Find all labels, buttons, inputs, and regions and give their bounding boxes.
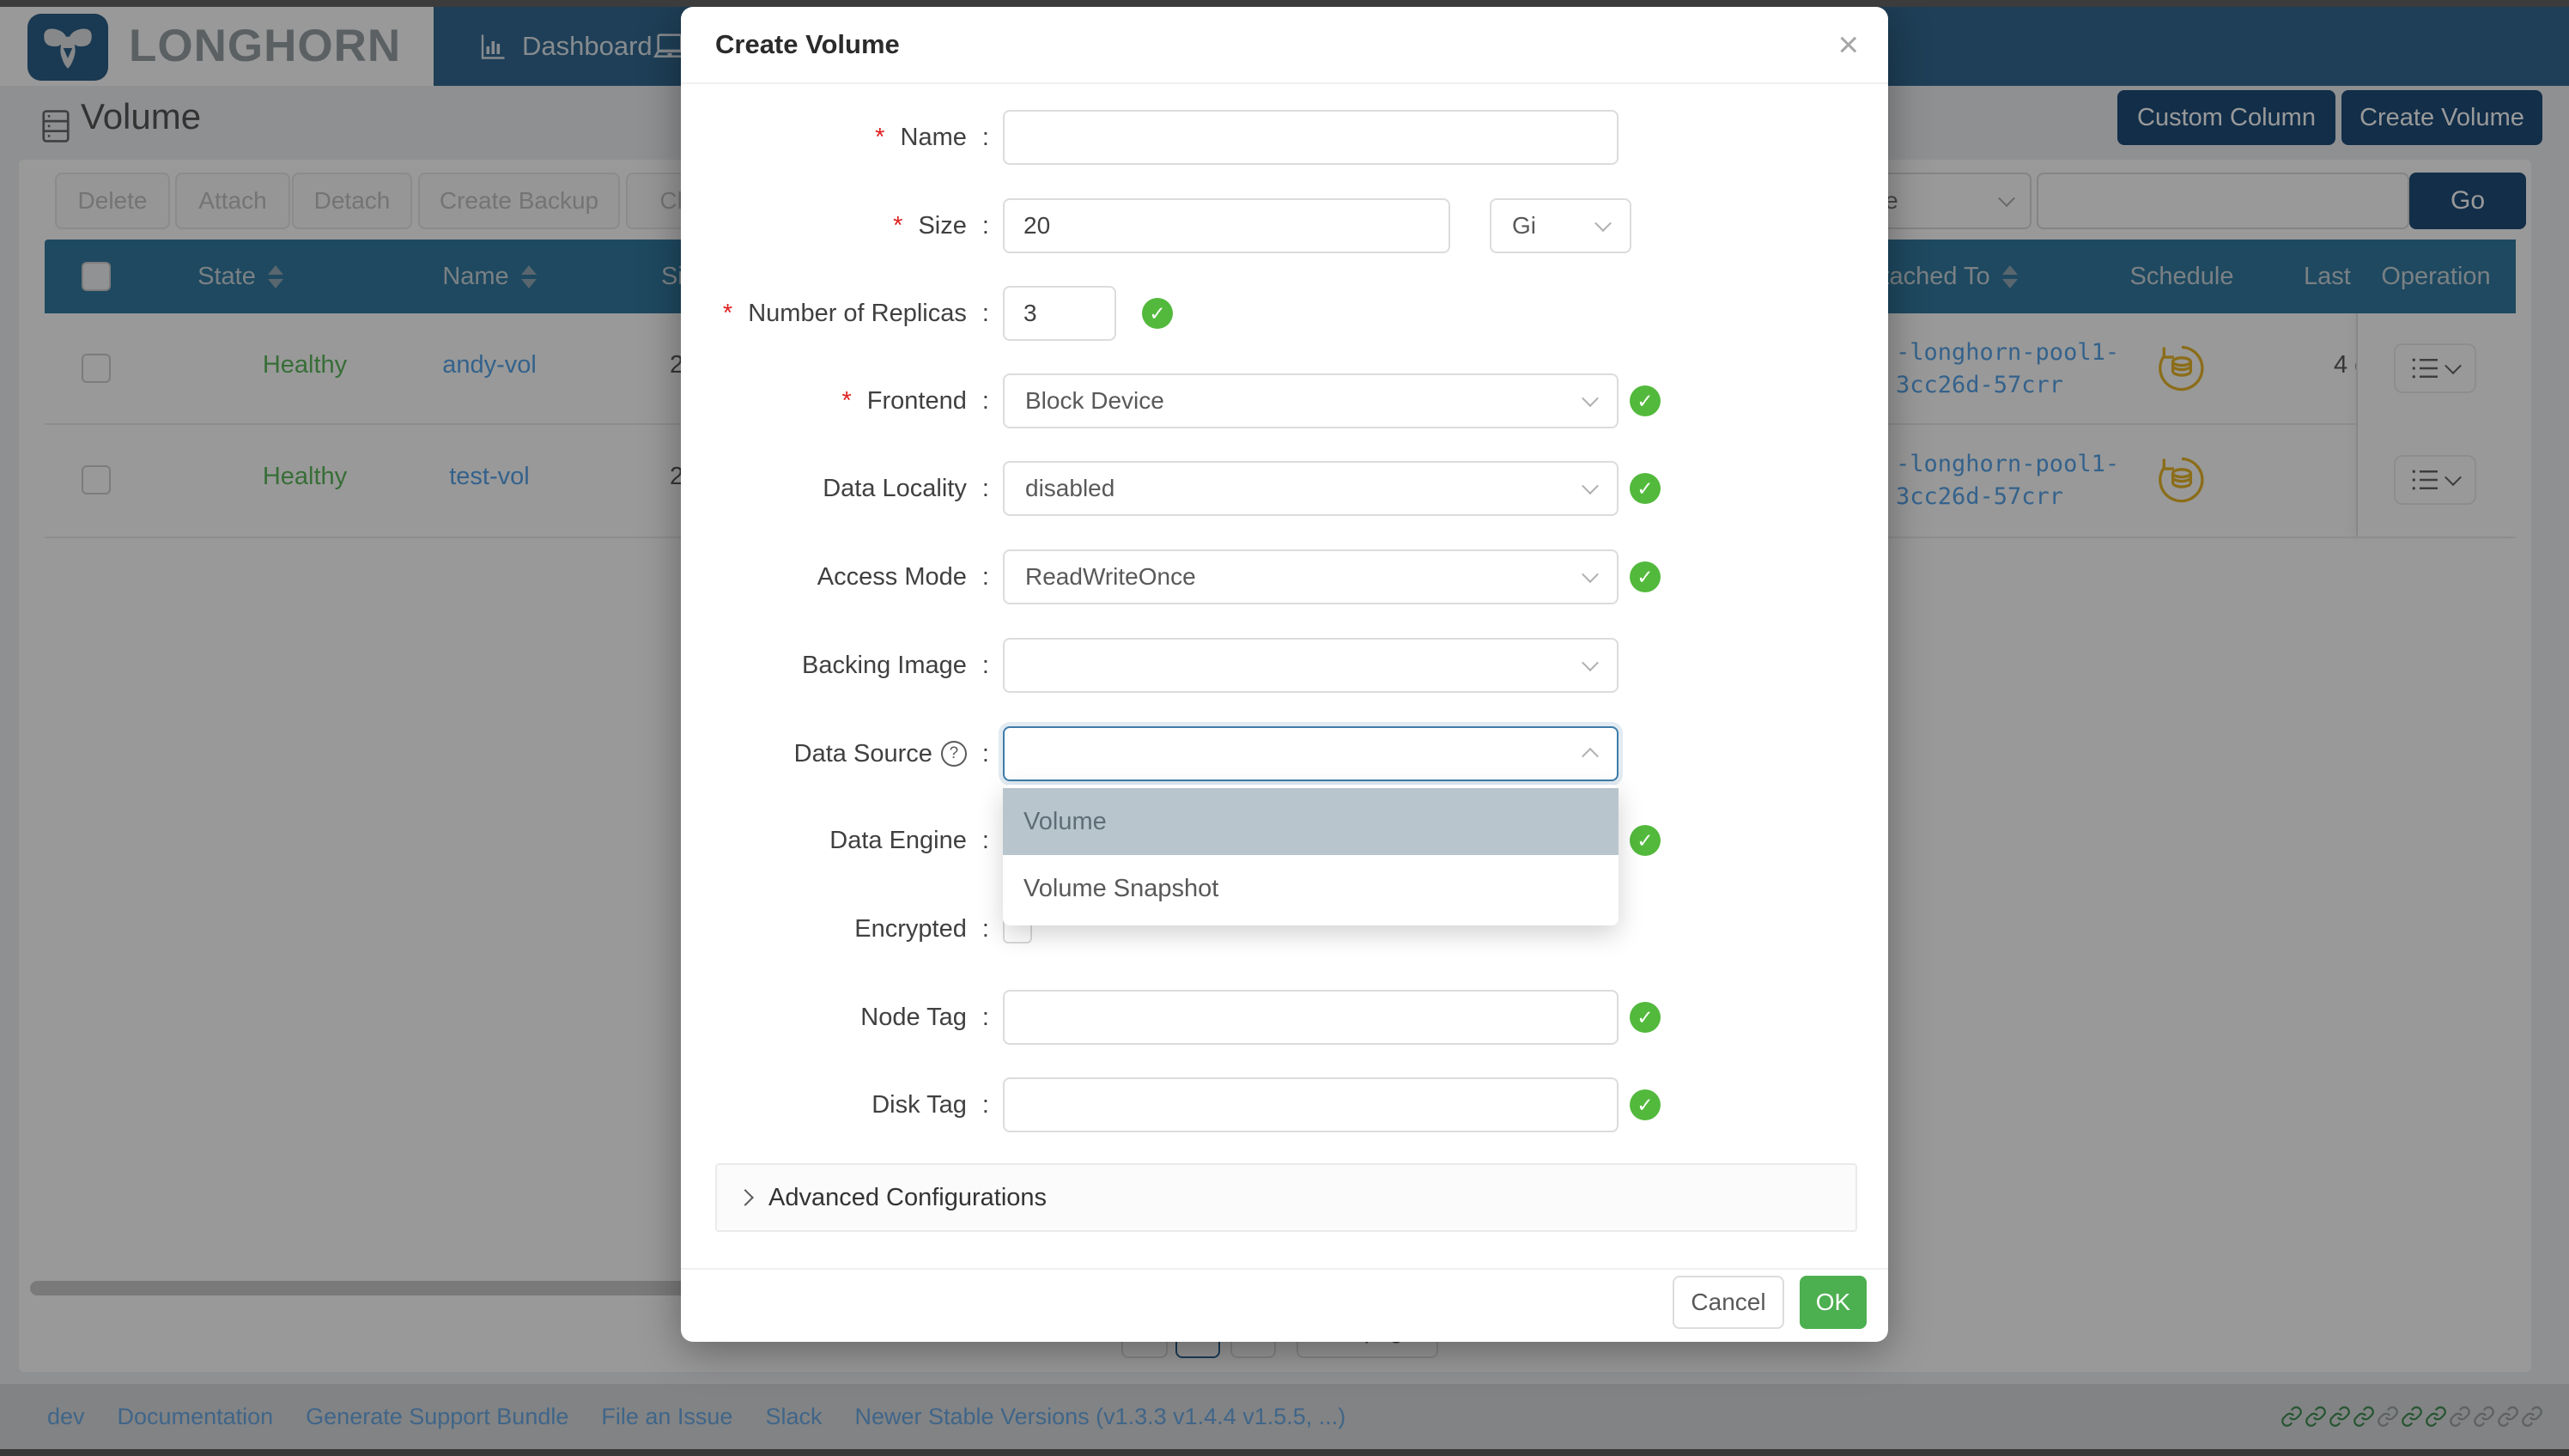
longhorn-app: LONGHORN Dashboard Volume Custom Column … [0, 0, 2569, 1456]
valid-check-icon: ✓ [1630, 385, 1661, 416]
chevron-down-icon [1582, 566, 1599, 583]
valid-check-icon: ✓ [1630, 1002, 1661, 1033]
chevron-right-icon [737, 1189, 754, 1206]
access-mode-label: Access Mode [681, 549, 989, 604]
valid-check-icon: ✓ [1630, 825, 1661, 856]
replicas-label: Number of Replicas [681, 286, 989, 341]
modal-title: Create Volume [715, 29, 900, 60]
size-unit-select[interactable]: Gi [1490, 198, 1631, 253]
size-input[interactable] [1003, 198, 1450, 253]
encrypted-label: Encrypted [681, 901, 989, 956]
replicas-input[interactable] [1003, 286, 1116, 341]
disk-tag-input[interactable] [1003, 1077, 1619, 1132]
size-label: Size [681, 198, 989, 253]
dropdown-option-volume[interactable]: Volume [1003, 788, 1619, 855]
chevron-up-icon [1582, 748, 1599, 765]
advanced-configurations-toggle[interactable]: Advanced Configurations [715, 1163, 1857, 1232]
valid-check-icon: ✓ [1142, 298, 1173, 329]
valid-check-icon: ✓ [1630, 473, 1661, 504]
data-locality-select[interactable]: disabled [1003, 461, 1619, 516]
frontend-label: Frontend [681, 373, 989, 428]
valid-check-icon: ✓ [1630, 1089, 1661, 1120]
backing-image-label: Backing Image [681, 638, 989, 693]
help-icon[interactable]: ? [941, 741, 967, 767]
chevron-down-icon [1582, 477, 1599, 494]
data-source-dropdown: Volume Volume Snapshot [1003, 785, 1619, 925]
divider [681, 1268, 1888, 1270]
name-label: Name [681, 110, 989, 165]
node-tag-input[interactable] [1003, 990, 1619, 1045]
data-source-label: Data Source ? [681, 726, 989, 781]
frontend-select[interactable]: Block Device [1003, 373, 1619, 428]
chevron-down-icon [1582, 654, 1599, 671]
access-mode-select[interactable]: ReadWriteOnce [1003, 549, 1619, 604]
window-top-edge [0, 0, 2569, 7]
chevron-down-icon [1594, 215, 1612, 232]
backing-image-select[interactable] [1003, 638, 1619, 693]
chevron-down-icon [1582, 390, 1599, 407]
data-locality-label: Data Locality [681, 461, 989, 516]
node-tag-label: Node Tag [681, 990, 989, 1045]
valid-check-icon: ✓ [1630, 561, 1661, 592]
name-input[interactable] [1003, 110, 1619, 165]
dropdown-option-volume-snapshot[interactable]: Volume Snapshot [1003, 855, 1619, 922]
data-source-select[interactable] [1003, 726, 1619, 781]
divider [681, 82, 1888, 84]
data-engine-label: Data Engine [681, 813, 989, 868]
ok-button[interactable]: OK [1800, 1276, 1867, 1329]
window-bottom-edge [0, 1449, 2569, 1456]
create-volume-modal: Create Volume × Name Size Gi Number of R… [681, 7, 1888, 1342]
disk-tag-label: Disk Tag [681, 1077, 989, 1132]
cancel-button[interactable]: Cancel [1673, 1276, 1784, 1329]
close-icon[interactable]: × [1837, 21, 1859, 69]
